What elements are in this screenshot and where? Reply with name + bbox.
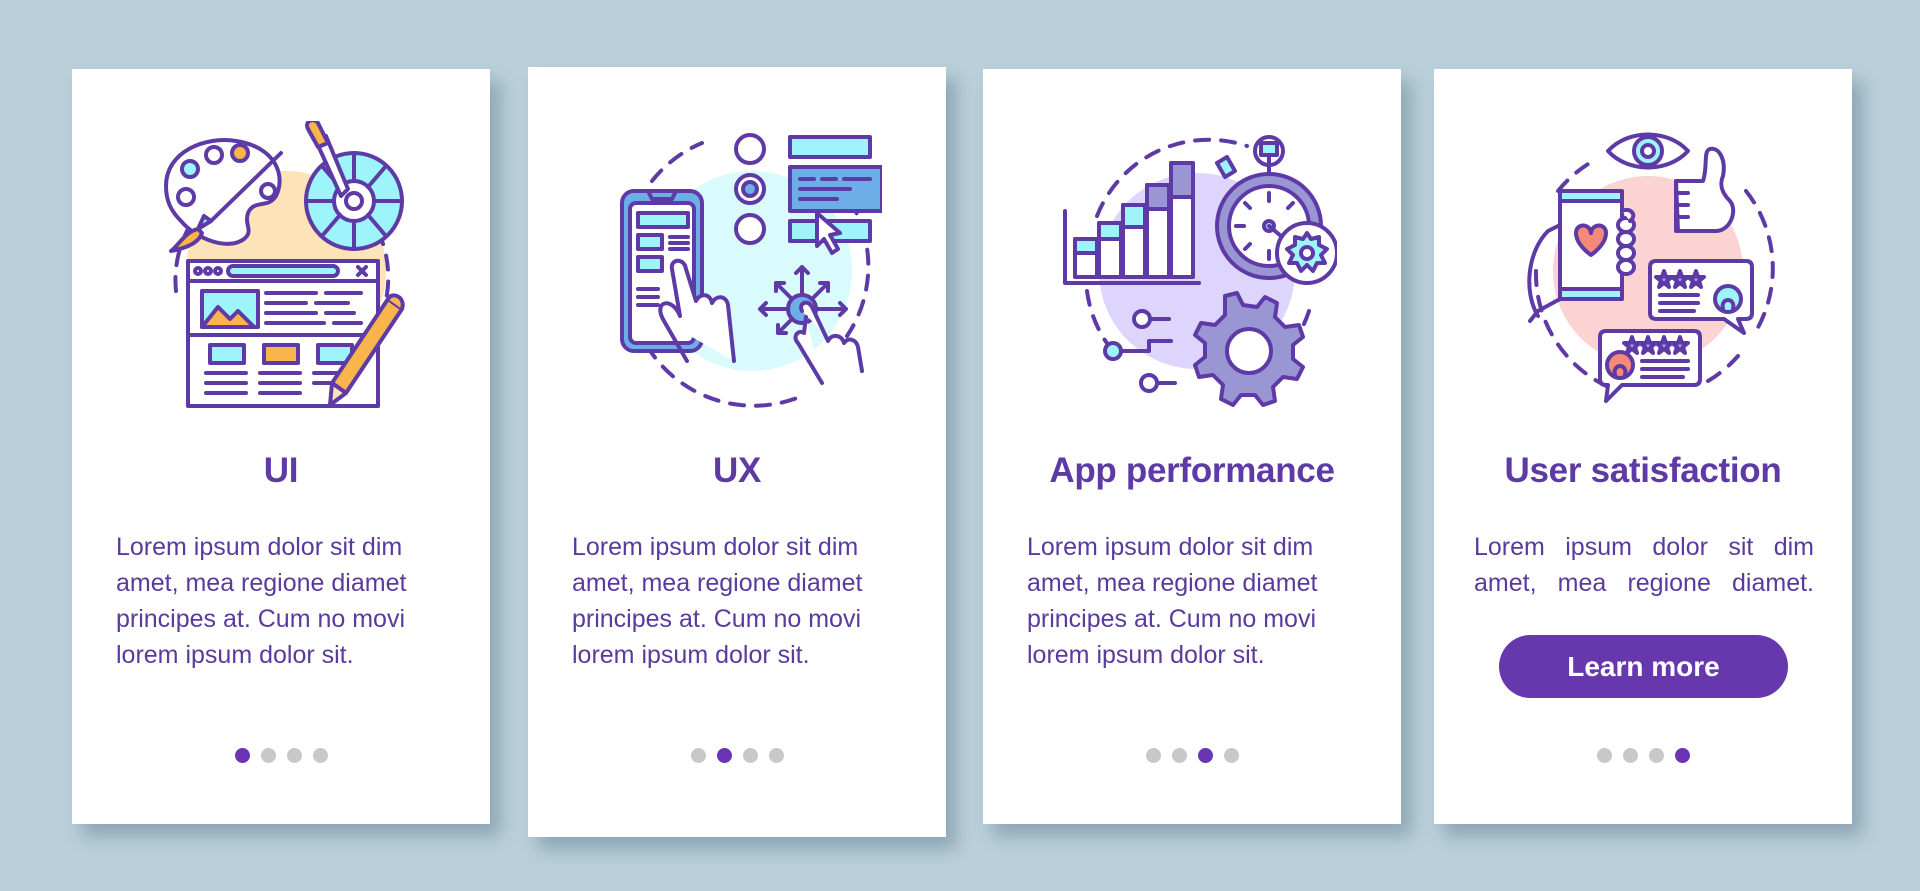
ui-design-illustration bbox=[136, 121, 426, 411]
page-dot-4[interactable] bbox=[1223, 748, 1239, 763]
screen-description: Lorem ipsum dolor sit dim amet, mea regi… bbox=[116, 533, 407, 669]
page-dot-3-active[interactable] bbox=[1197, 748, 1213, 763]
ux-design-illustration bbox=[592, 121, 882, 411]
page-dot-2[interactable] bbox=[1171, 748, 1187, 763]
page-dot-2[interactable] bbox=[1622, 748, 1638, 763]
ui-design-icon bbox=[164, 121, 405, 408]
page-dot-2[interactable] bbox=[260, 748, 276, 763]
screen-title: App performance bbox=[1049, 451, 1335, 490]
ux-design-icon bbox=[620, 133, 882, 408]
page-dot-1[interactable] bbox=[690, 748, 706, 763]
page-dot-4-active[interactable] bbox=[1674, 748, 1690, 763]
learn-more-button[interactable]: Learn more bbox=[1499, 635, 1788, 698]
page-dot-4[interactable] bbox=[768, 748, 784, 763]
onboarding-screen-user-satisfaction: User satisfaction Lorem ipsum dolor sit … bbox=[1434, 69, 1852, 824]
pagination-dots bbox=[983, 748, 1401, 763]
screen-title: User satisfaction bbox=[1504, 451, 1782, 490]
onboarding-screen-ui: UI Lorem ipsum dolor sit dim amet, mea r… bbox=[72, 69, 490, 824]
screen-title: UX bbox=[712, 451, 762, 490]
screen-title: UI bbox=[263, 451, 299, 490]
page-dot-3[interactable] bbox=[1648, 748, 1664, 763]
pagination-dots bbox=[72, 748, 490, 763]
pagination-dots bbox=[528, 748, 946, 763]
page-dot-3[interactable] bbox=[286, 748, 302, 763]
pagination-dots bbox=[1434, 748, 1852, 763]
page-dot-3[interactable] bbox=[742, 748, 758, 763]
user-satisfaction-icon bbox=[1527, 132, 1775, 403]
page-dot-2-active[interactable] bbox=[716, 748, 732, 763]
user-satisfaction-illustration bbox=[1498, 121, 1788, 411]
screen-description: Lorem ipsum dolor sit dim amet, mea regi… bbox=[1474, 533, 1814, 597]
onboarding-screen-ux: UX Lorem ipsum dolor sit dim amet, mea r… bbox=[528, 67, 946, 837]
page-dot-1[interactable] bbox=[1596, 748, 1612, 763]
onboarding-screen-app-performance: App performance Lorem ipsum dolor sit di… bbox=[983, 69, 1401, 824]
page-dot-4[interactable] bbox=[312, 748, 328, 763]
screen-description: Lorem ipsum dolor sit dim amet, mea regi… bbox=[1027, 533, 1318, 669]
page-dot-1-active[interactable] bbox=[234, 748, 250, 763]
app-performance-icon bbox=[1063, 135, 1337, 407]
app-performance-illustration bbox=[1047, 121, 1337, 411]
screen-description: Lorem ipsum dolor sit dim amet, mea regi… bbox=[572, 533, 863, 669]
page-dot-1[interactable] bbox=[1145, 748, 1161, 763]
